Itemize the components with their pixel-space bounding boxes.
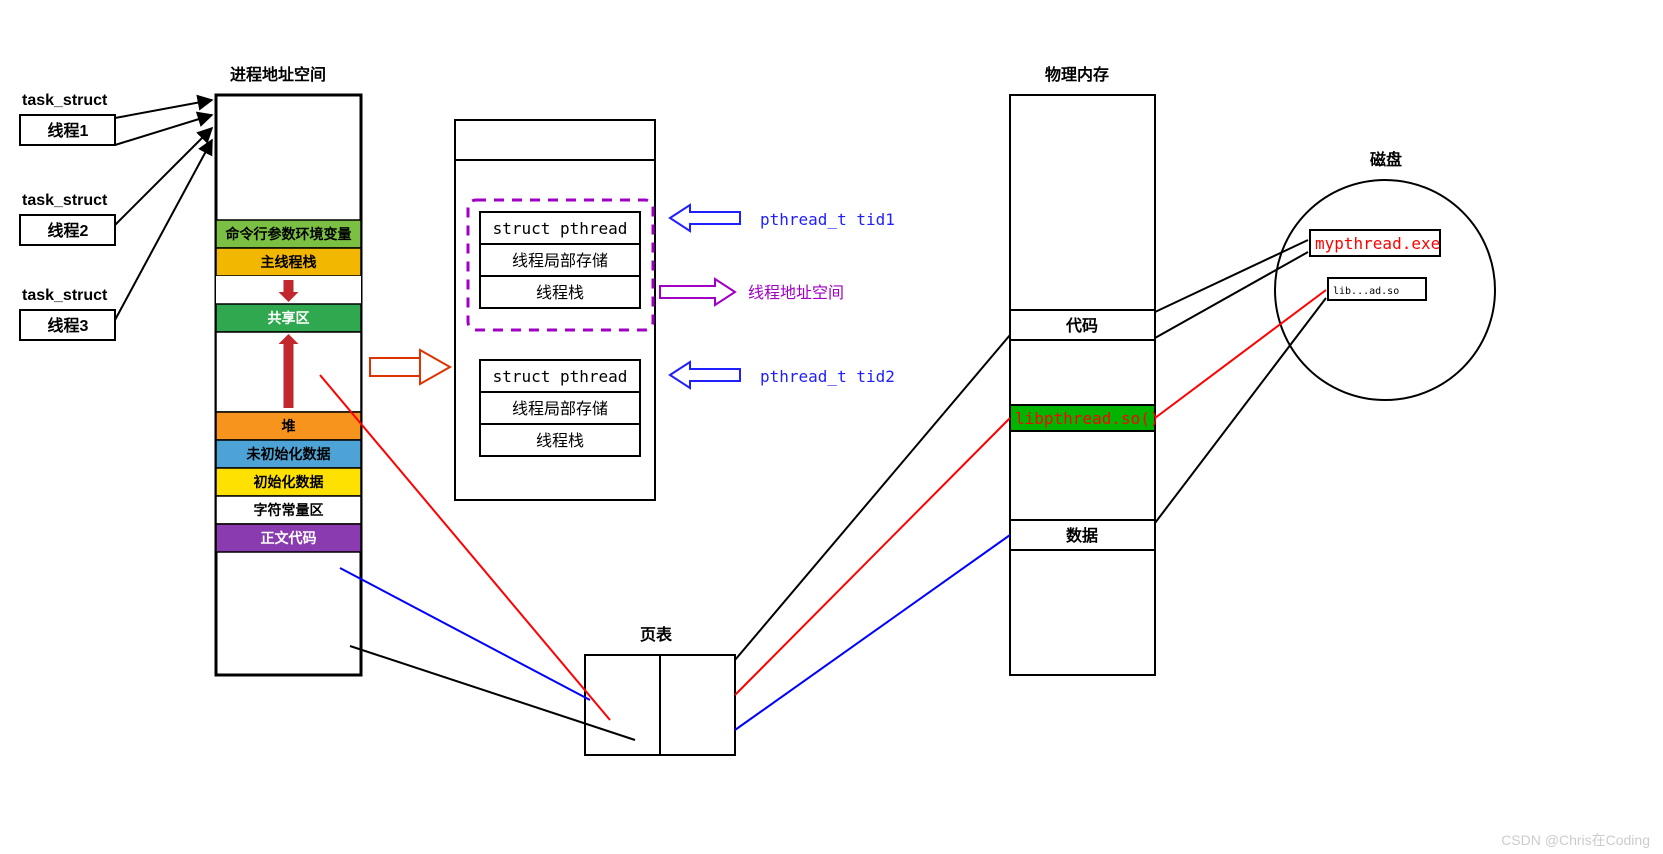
segment-label-0: 命令行参数环境变量 [225, 226, 352, 242]
arrow-tid2: pthread_t tid2 [670, 362, 895, 388]
task-struct-2: task_struct 线程2 [20, 192, 115, 245]
thread-2-label: 线程2 [48, 221, 89, 240]
svg-text:pthread_t tid1: pthread_t tid1 [760, 210, 895, 229]
task-struct-label-3: task_struct [22, 287, 108, 304]
disk-title: 磁盘 [1370, 150, 1402, 169]
thread-1-label: 线程1 [48, 121, 89, 140]
svg-text:线程局部存储: 线程局部存储 [512, 252, 608, 270]
task-struct-label-2: task_struct [22, 192, 108, 209]
svg-text:struct pthread: struct pthread [493, 367, 628, 386]
arrow-thread2-to-space [115, 128, 212, 225]
thread-block-1: struct pthread 线程局部存储 线程栈 [480, 212, 640, 308]
svg-text:线程栈: 线程栈 [536, 284, 584, 302]
thread-3-label: 线程3 [48, 316, 89, 335]
arrow-thread3-to-space [115, 140, 212, 320]
task-struct-3: task_struct 线程3 [20, 287, 115, 340]
svg-text:lib...ad.so: lib...ad.so [1333, 286, 1399, 297]
arrow-thread-space: 线程地址空间 [660, 279, 844, 305]
svg-text:代码: 代码 [1065, 316, 1098, 335]
line-data-disk [1155, 298, 1326, 523]
svg-text:mypthread.exe: mypthread.exe [1315, 234, 1440, 253]
segment-label-3: 共享区 [268, 310, 310, 326]
task-struct-label-1: task_struct [22, 92, 108, 109]
svg-text:struct pthread: struct pthread [493, 219, 628, 238]
segment-label-6: 未初始化数据 [247, 446, 331, 462]
segment-label-5: 堆 [282, 418, 296, 434]
line-pt-lib [735, 418, 1010, 695]
svg-text:libpthread.so(): libpthread.so() [1015, 409, 1160, 428]
phys-box [1010, 95, 1155, 675]
segment-label-9: 正文代码 [261, 530, 317, 546]
page-table-title: 页表 [640, 625, 673, 644]
segment-label-7: 初始化数据 [254, 474, 324, 490]
thread-block-2: struct pthread 线程局部存储 线程栈 [480, 360, 640, 456]
line-init-pagetable [340, 568, 590, 700]
segment-label-8: 字符常量区 [254, 502, 324, 518]
watermark: CSDN @Chris在Coding [1501, 832, 1650, 848]
task-struct-1: task_struct 线程1 [20, 92, 115, 145]
arrow-thread1b-to-space [115, 115, 212, 145]
phys-title: 物理内存 [1045, 65, 1109, 84]
arrow-thread1-to-space [115, 100, 212, 118]
svg-text:线程地址空间: 线程地址空间 [748, 284, 844, 302]
addr-space-title: 进程地址空间 [230, 65, 326, 84]
segment-label-1: 主线程栈 [261, 254, 317, 270]
svg-text:pthread_t tid2: pthread_t tid2 [760, 367, 895, 386]
svg-text:线程局部存储: 线程局部存储 [512, 400, 608, 418]
arrow-tid1: pthread_t tid1 [670, 205, 895, 231]
line-pt-data [735, 535, 1010, 730]
shared-to-dynlib-arrow [370, 350, 450, 384]
svg-text:线程栈: 线程栈 [536, 432, 584, 450]
svg-text:数据: 数据 [1066, 526, 1098, 545]
